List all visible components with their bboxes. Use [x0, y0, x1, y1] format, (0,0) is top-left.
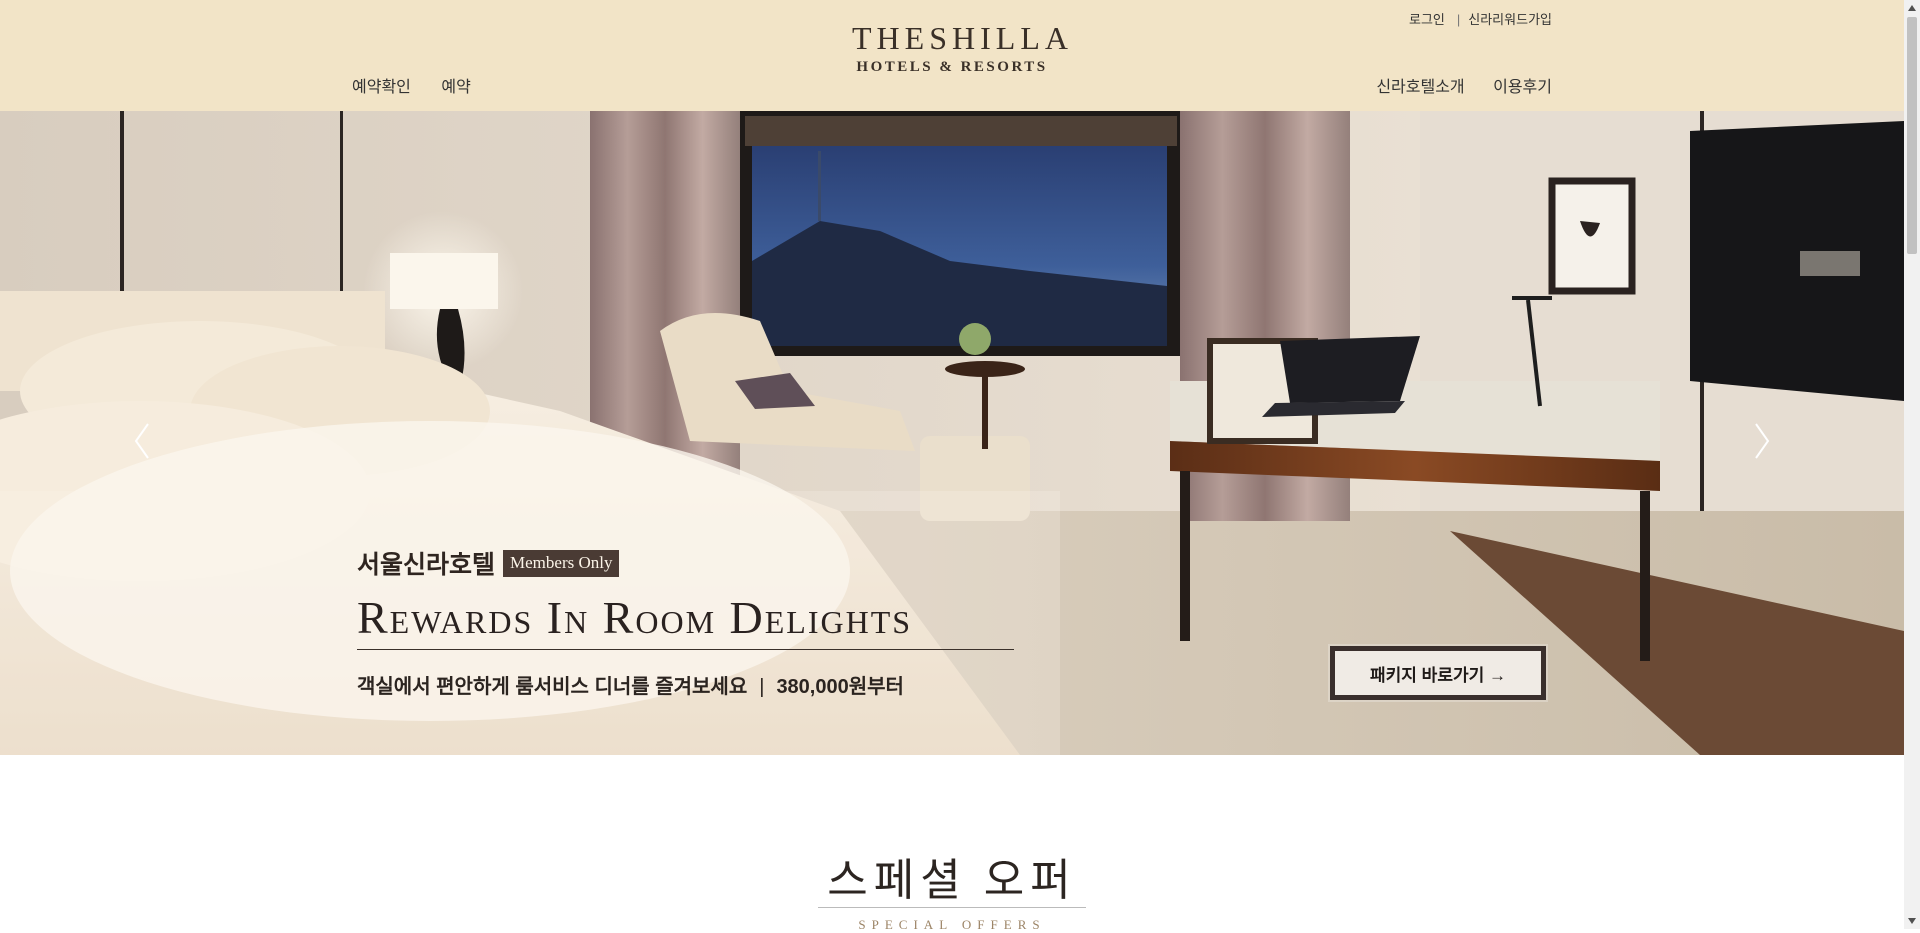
nav-reservation-check[interactable]: 예약확인 — [352, 79, 411, 96]
triangle-down-icon — [1908, 918, 1916, 924]
nav-reservation[interactable]: 예약 — [441, 79, 470, 96]
special-offers-subtitle: SPECIAL OFFERS — [858, 917, 1046, 932]
login-link[interactable]: 로그인 — [1409, 12, 1445, 27]
hero-subtitle: 객실에서 편안하게 룸서비스 디너를 즐겨보세요 — [357, 676, 748, 698]
hero-next-arrow[interactable] — [1746, 416, 1776, 466]
utility-links: 로그인 | 신라리워드가입 — [1409, 9, 1552, 28]
package-cta-button[interactable]: 패키지 바로가기 → — [1330, 646, 1546, 700]
site-header: THESHILLA HOTELS & RESORTS 로그인 | 신라리워드가입 예… — [0, 0, 1904, 111]
members-only-badge: Members Only — [503, 549, 620, 577]
special-offers-divider — [818, 907, 1086, 908]
hotel-name: 서울신라호텔 — [357, 551, 496, 579]
special-offers-section: 스페셜 오퍼 SPECIAL OFFERS — [0, 755, 1904, 932]
signup-link[interactable]: 신라리워드가입 — [1468, 12, 1552, 27]
hero-prev-arrow[interactable] — [128, 416, 158, 466]
headline-divider — [357, 649, 1014, 650]
nav-reviews[interactable]: 이용후기 — [1493, 79, 1552, 96]
nav-hotel-intro[interactable]: 신라호텔소개 — [1376, 79, 1464, 96]
special-offers-title: 스페셜 오퍼 — [827, 856, 1077, 905]
hero-slider: 서울신라호텔 Members Only Rewards In Room Deli… — [0, 111, 1904, 755]
scroll-down-button[interactable] — [1904, 913, 1920, 929]
nav-right: 신라호텔소개 이용후기 — [1376, 73, 1552, 97]
caption-top-row: 서울신라호텔 Members Only — [357, 545, 1014, 581]
nav-left: 예약확인 예약 — [352, 73, 471, 97]
chevron-left-icon — [134, 423, 149, 459]
page-scrollbar[interactable] — [1904, 0, 1920, 929]
scroll-thumb[interactable] — [1907, 17, 1917, 254]
hero-price: 380,000원부터 — [776, 676, 904, 698]
logo-sub-text: HOTELS & RESORTS — [856, 59, 1048, 75]
hero-headline: Rewards In Room Delights — [357, 592, 913, 643]
logo-main-text: THESHILLA — [852, 20, 1073, 56]
scroll-up-button[interactable] — [1904, 0, 1920, 16]
shilla-logo[interactable]: THESHILLA HOTELS & RESORTS — [852, 20, 1073, 76]
utility-separator: | — [1456, 12, 1461, 27]
subline-divider: | — [759, 676, 765, 698]
triangle-up-icon — [1908, 5, 1916, 11]
hero-caption: 서울신라호텔 Members Only Rewards In Room Deli… — [357, 545, 1014, 699]
chevron-right-icon — [1755, 423, 1770, 459]
hero-subline: 객실에서 편안하게 룸서비스 디너를 즐겨보세요 | 380,000원부터 — [357, 670, 1014, 699]
